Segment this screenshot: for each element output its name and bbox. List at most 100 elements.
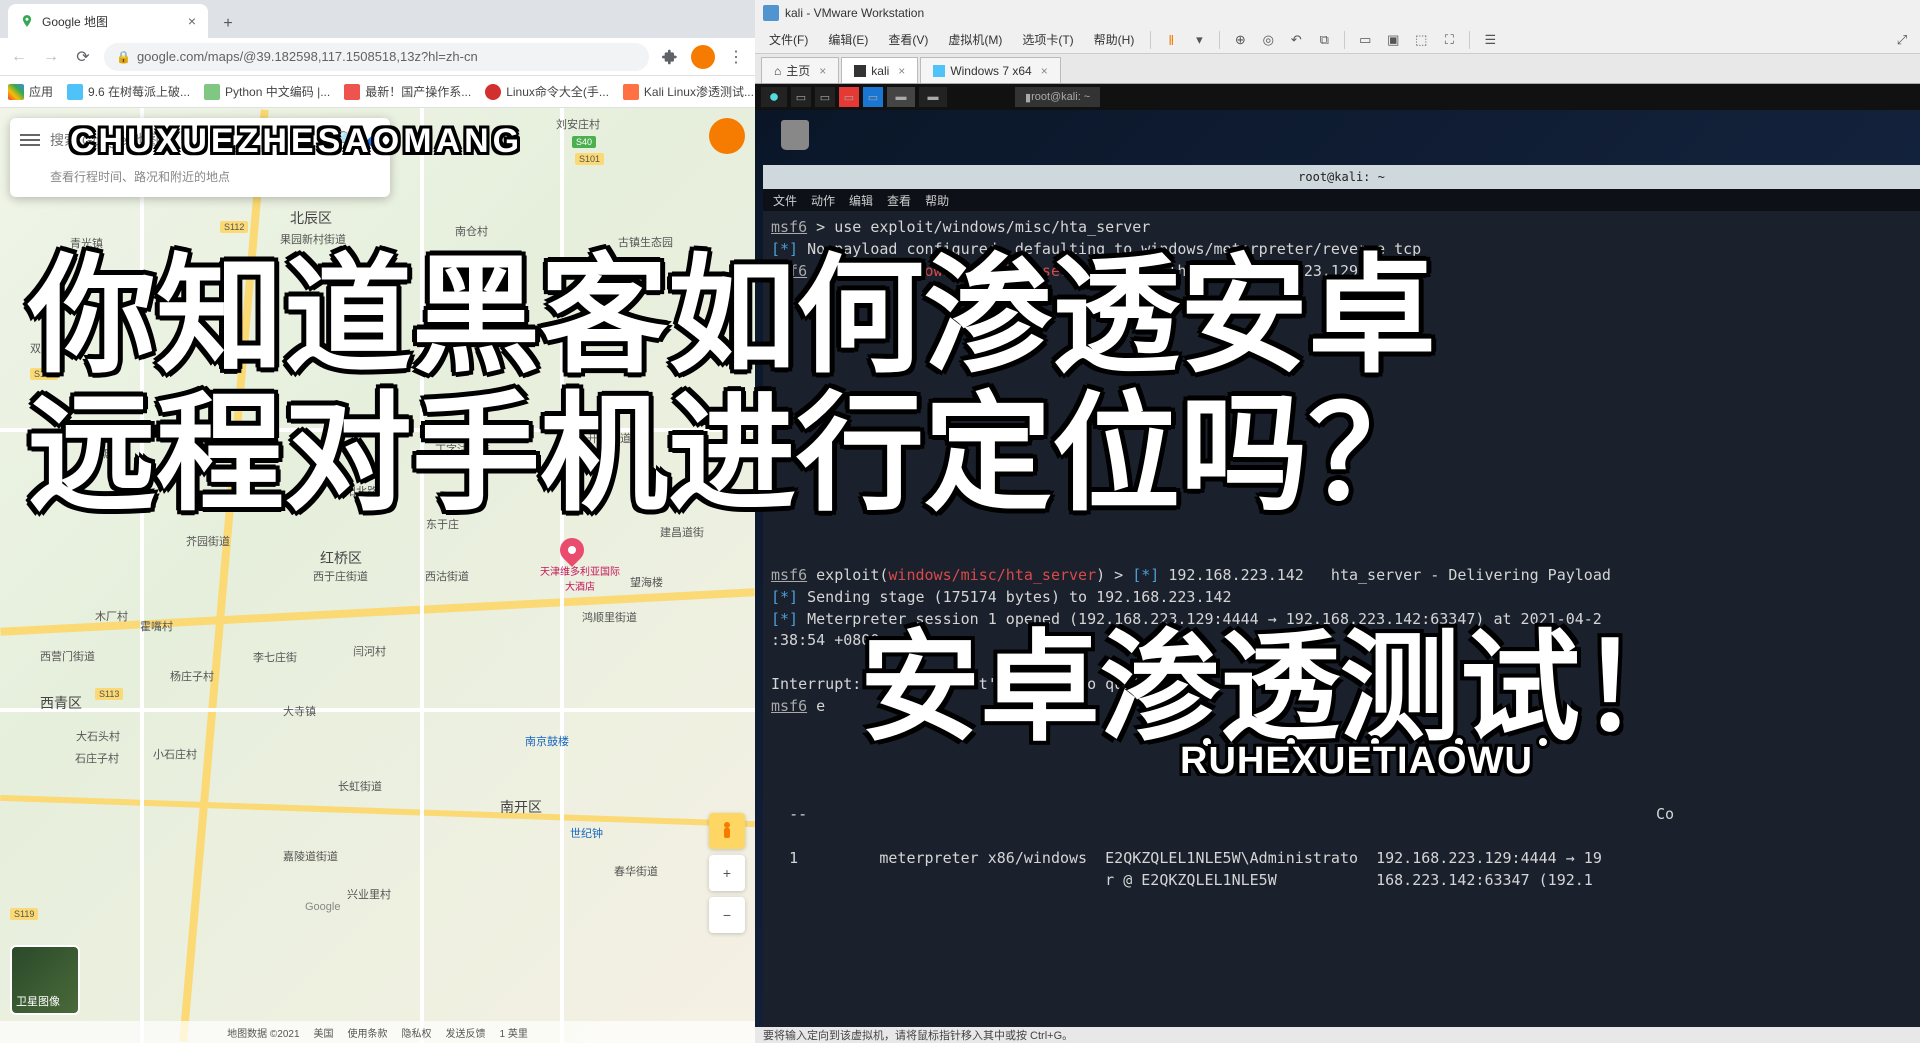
menu-vm[interactable]: 虚拟机(M) xyxy=(940,28,1010,51)
vm-tab-home[interactable]: ⌂ 主页 × xyxy=(761,57,839,83)
map-district-label: 南开区 xyxy=(500,797,542,817)
taskbar-app-icon[interactable]: ▭ xyxy=(863,87,883,107)
forward-button[interactable]: → xyxy=(40,46,62,68)
zoom-out-button[interactable]: − xyxy=(709,897,745,933)
bookmark-item[interactable]: Kali Linux渗透测试... xyxy=(623,83,754,100)
new-tab-button[interactable]: + xyxy=(214,10,242,38)
statusbar-hint: 要将输入定向到该虚拟机，请将鼠标指针移入其中或按 Ctrl+G。 xyxy=(763,1027,1073,1043)
footer-terms[interactable]: 使用条款 xyxy=(348,1025,388,1040)
unity-icon[interactable]: ▣ xyxy=(1381,29,1405,51)
map-place-label: 建昌道街 xyxy=(660,524,704,540)
stretch-icon[interactable]: ⛶ xyxy=(1437,29,1461,51)
map-poi-label: 天津维多利亚国际大酒店 xyxy=(540,563,620,593)
vm-icon xyxy=(854,65,866,77)
map-place-label: 西营门街道 xyxy=(40,648,95,664)
menu-file[interactable]: 文件(F) xyxy=(761,28,816,51)
map-place-label: 西沽街道 xyxy=(425,568,469,584)
menu-tabs[interactable]: 选项卡(T) xyxy=(1014,28,1081,51)
bookmark-item[interactable]: Linux命令大全(手... xyxy=(485,83,609,100)
bookmark-item[interactable]: 9.6 在树莓派上破... xyxy=(67,83,190,100)
map-place-label: 霍嘴村 xyxy=(140,618,173,634)
taskbar-app-icon[interactable]: ▭ xyxy=(791,87,811,107)
chrome-menu-button[interactable]: ⋮ xyxy=(725,46,747,68)
close-tab-icon[interactable]: × xyxy=(819,64,826,78)
footer-feedback[interactable]: 发送反馈 xyxy=(446,1025,486,1040)
footer-country[interactable]: 美国 xyxy=(314,1025,334,1040)
term-menu-edit[interactable]: 编辑 xyxy=(849,192,873,209)
satellite-layer-toggle[interactable]: 卫星图像 xyxy=(10,945,80,1015)
taskbar-terminal-button[interactable]: ▮ root@kali: ~ xyxy=(1015,87,1100,107)
snapshot-revert-icon[interactable]: ↶ xyxy=(1284,29,1308,51)
reload-button[interactable]: ⟳ xyxy=(72,46,94,68)
menu-help[interactable]: 帮助(H) xyxy=(1086,28,1143,51)
map-poi-label: 世纪钟 xyxy=(570,825,603,841)
profile-avatar[interactable] xyxy=(691,45,715,69)
hamburger-menu-icon[interactable] xyxy=(20,134,40,146)
map-place-label: 大寺镇 xyxy=(283,703,316,719)
map-district-label: 红桥区 xyxy=(320,548,362,568)
map-attribution: 地图数据 ©2021 xyxy=(227,1025,299,1040)
bookmark-favicon xyxy=(623,84,639,100)
extensions-button[interactable] xyxy=(659,46,681,68)
pegman-icon[interactable] xyxy=(709,813,745,849)
term-menu-help[interactable]: 帮助 xyxy=(925,192,949,209)
vm-tab-win7[interactable]: Windows 7 x64 × xyxy=(920,57,1060,83)
bookmark-item[interactable]: Python 中文编码 |... xyxy=(204,83,330,100)
taskbar-app-icon[interactable]: ▭ xyxy=(815,87,835,107)
vm-tab-kali[interactable]: kali × xyxy=(841,57,918,83)
close-tab-icon[interactable]: × xyxy=(1041,64,1048,78)
map-account-avatar[interactable] xyxy=(709,118,745,154)
vm-power-dropdown[interactable]: ▾ xyxy=(1187,29,1211,51)
kali-menu-icon[interactable] xyxy=(761,87,787,107)
back-button[interactable]: ← xyxy=(8,46,30,68)
bookmark-item[interactable]: 最新！国产操作系... xyxy=(344,83,471,100)
vmware-menubar: 文件(F) 编辑(E) 查看(V) 虚拟机(M) 选项卡(T) 帮助(H) ‖ … xyxy=(755,26,1920,54)
map-district-label: 西青区 xyxy=(40,693,82,713)
dot-icon xyxy=(1536,735,1550,749)
chrome-toolbar: ← → ⟳ 🔒 google.com/maps/@39.182598,117.1… xyxy=(0,38,755,76)
term-menu-action[interactable]: 动作 xyxy=(811,192,835,209)
term-menu-file[interactable]: 文件 xyxy=(773,192,797,209)
map-zoom-controls: + − xyxy=(709,813,745,933)
guest-os-display[interactable]: ▭ ▭ ▭ ▭ ▬ ▬ ▮ root@kali: ~ root@kali: ~ … xyxy=(755,84,1920,1027)
workspace-1[interactable]: ▬ xyxy=(887,87,915,107)
menu-view[interactable]: 查看(V) xyxy=(880,28,936,51)
snapshot-manager-icon[interactable]: ⧉ xyxy=(1312,29,1336,51)
road-shield: S101 xyxy=(575,153,604,165)
console-icon[interactable]: ⬚ xyxy=(1409,29,1433,51)
trash-icon[interactable] xyxy=(775,120,815,160)
quick-launch-icon[interactable]: ⤢ xyxy=(1890,29,1914,51)
map-place-label: 西于庄街道 xyxy=(313,568,368,584)
url-text: google.com/maps/@39.182598,117.1508518,1… xyxy=(137,49,478,64)
road-shield: S113 xyxy=(95,688,123,700)
site-info-icon[interactable]: 🔒 xyxy=(116,50,131,64)
send-cad-icon[interactable]: ⊕ xyxy=(1228,29,1252,51)
tab-title: Google 地图 xyxy=(42,13,108,30)
close-tab-icon[interactable]: × xyxy=(188,13,196,29)
address-bar[interactable]: 🔒 google.com/maps/@39.182598,117.1508518… xyxy=(104,43,649,71)
apps-icon xyxy=(8,84,24,100)
map-place-label: 兴业里村 xyxy=(347,886,391,902)
browser-tab-maps[interactable]: Google 地图 × xyxy=(8,4,208,38)
bookmark-bar: 应用 9.6 在树莓派上破... Python 中文编码 |... 最新！国产操… xyxy=(0,76,755,108)
menu-edit[interactable]: 编辑(E) xyxy=(820,28,876,51)
taskbar-app-icon[interactable]: ▭ xyxy=(839,87,859,107)
library-icon[interactable]: ☰ xyxy=(1478,29,1502,51)
bookmark-favicon xyxy=(344,84,360,100)
zoom-in-button[interactable]: + xyxy=(709,855,745,891)
overlay-watermark-top: CHUXUEZHESAOMANG xyxy=(70,122,523,161)
footer-privacy[interactable]: 隐私权 xyxy=(402,1025,432,1040)
close-tab-icon[interactable]: × xyxy=(898,64,905,78)
terminal-titlebar: root@kali: ~ xyxy=(763,165,1920,189)
pause-vm-icon[interactable]: ‖ xyxy=(1159,29,1183,51)
term-menu-view[interactable]: 查看 xyxy=(887,192,911,209)
apps-bookmark[interactable]: 应用 xyxy=(8,83,53,100)
map-place-label: 鸿顺里街道 xyxy=(582,609,637,625)
chrome-tab-strip: Google 地图 × + xyxy=(0,0,755,38)
map-place-label: 望海楼 xyxy=(630,574,663,590)
workspace-2[interactable]: ▬ xyxy=(919,87,947,107)
search-hint-text: 查看行程时间、路况和附近的地点 xyxy=(10,162,390,197)
snapshot-icon[interactable]: ◎ xyxy=(1256,29,1280,51)
fullscreen-icon[interactable]: ▭ xyxy=(1353,29,1377,51)
road-shield: S119 xyxy=(10,908,38,920)
